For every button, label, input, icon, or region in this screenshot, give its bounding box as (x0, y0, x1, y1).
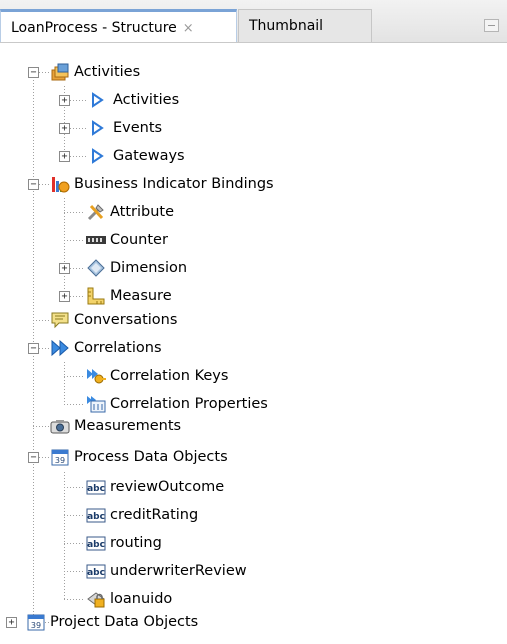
collapse-toggle-correlations[interactable]: − (28, 343, 39, 354)
tree-node-gateways[interactable]: Gateways (89, 143, 185, 169)
tree-node-label: creditRating (110, 507, 199, 523)
tree-node-label: loanuido (110, 591, 173, 607)
tree-node-correlation-keys[interactable]: Correlation Keys (86, 363, 228, 389)
tree-node-label: Correlation Properties (110, 396, 268, 412)
tree-node-dimension[interactable]: Dimension (86, 255, 187, 281)
minimize-button[interactable] (484, 19, 499, 32)
measure-ruler-icon (87, 287, 105, 305)
collapse-toggle-activities[interactable]: − (28, 67, 39, 78)
tree-node-label: Attribute (110, 204, 175, 220)
tree-node-creditrating[interactable]: abc creditRating (86, 502, 198, 528)
counter-icon (86, 236, 106, 244)
structure-tree: − Activities + Activities + Events + Gat… (0, 42, 507, 644)
expand-toggle-dimension[interactable]: + (59, 263, 70, 274)
tree-node-label: Process Data Objects (74, 449, 228, 465)
string-abc-icon: abc (86, 480, 106, 495)
expand-toggle-activities-group[interactable]: + (59, 95, 70, 106)
tree-node-attribute[interactable]: Attribute (86, 199, 174, 225)
tree-node-events[interactable]: Events (89, 115, 162, 141)
abc-badge: abc (87, 484, 105, 494)
tree-node-label: Events (113, 120, 163, 136)
dimension-diamond-icon (87, 259, 105, 277)
tree-node-underwriterreview[interactable]: abc underwriterReview (86, 558, 247, 584)
tree-node-label: Measure (110, 288, 172, 304)
correlation-property-icon (87, 396, 106, 413)
conversation-bubble-icon (51, 312, 69, 329)
tree-node-label: reviewOutcome (110, 479, 225, 495)
tree-node-measurements[interactable]: Measurements (50, 413, 181, 439)
string-abc-icon: abc (86, 564, 106, 579)
tree-node-label: Correlation Keys (110, 368, 229, 384)
tree-node-label: Dimension (110, 260, 188, 276)
svg-text:39: 39 (31, 621, 41, 630)
svg-text:39: 39 (55, 456, 65, 465)
abc-badge: abc (87, 512, 105, 522)
tab-loanprocess-structure[interactable]: LoanProcess - Structure × (0, 9, 237, 42)
tree-node-label: routing (110, 535, 162, 551)
tab-label: LoanProcess - Structure (11, 20, 177, 36)
tree-node-label: Gateways (113, 148, 185, 164)
string-abc-icon: abc (86, 536, 106, 551)
tree-node-measure[interactable]: Measure (86, 283, 172, 309)
tab-close-icon[interactable]: × (183, 21, 194, 36)
triangle-right-icon (92, 120, 104, 136)
tree-node-activities-group[interactable]: Activities (89, 87, 179, 113)
tree-node-process-data-objects[interactable]: 39 Process Data Objects (50, 444, 228, 470)
tree-node-label: Conversations (74, 312, 178, 328)
tree-node-project-data-objects[interactable]: 39 Project Data Objects (26, 609, 198, 635)
expand-toggle-project-data-objects[interactable]: + (6, 617, 17, 628)
locked-object-icon (87, 592, 105, 608)
double-arrow-icon (51, 339, 69, 357)
business-indicator-chart-icon (52, 177, 70, 193)
tree-node-label: Counter (110, 232, 168, 248)
activities-folder-icon (51, 63, 69, 81)
tree-node-label: Correlations (74, 340, 162, 356)
attribute-tools-icon (87, 204, 104, 221)
tree-node-conversations[interactable]: Conversations (50, 307, 177, 333)
tree-node-correlations[interactable]: Correlations (50, 335, 162, 361)
data-object-calendar-icon: 39 (51, 449, 69, 466)
tree-node-activities[interactable]: Activities (50, 59, 140, 85)
structure-window: LoanProcess - Structure × Thumbnail − Ac… (0, 0, 507, 644)
tab-label: Thumbnail (249, 18, 324, 34)
tree-node-label: Measurements (74, 418, 182, 434)
abc-badge: abc (87, 540, 105, 550)
expand-toggle-gateways[interactable]: + (59, 151, 70, 162)
triangle-right-icon (92, 148, 104, 164)
tab-thumbnail[interactable]: Thumbnail (238, 9, 372, 42)
tree-node-label: Business Indicator Bindings (74, 176, 274, 192)
triangle-right-icon (92, 92, 104, 108)
tree-node-counter[interactable]: Counter (86, 227, 168, 253)
tab-bar: LoanProcess - Structure × Thumbnail (0, 0, 507, 43)
data-object-calendar-icon: 39 (27, 614, 45, 631)
tree-node-label: Activities (113, 92, 180, 108)
expand-toggle-events[interactable]: + (59, 123, 70, 134)
tree-node-business-indicator-bindings[interactable]: Business Indicator Bindings (50, 171, 274, 197)
correlation-key-icon (87, 369, 106, 384)
tree-node-routing[interactable]: abc routing (86, 530, 162, 556)
collapse-toggle-business-indicator-bindings[interactable]: − (28, 179, 39, 190)
collapse-toggle-process-data-objects[interactable]: − (28, 452, 39, 463)
abc-badge: abc (87, 568, 105, 578)
tree-node-reviewoutcome[interactable]: abc reviewOutcome (86, 474, 224, 500)
tree-node-label: Project Data Objects (50, 614, 199, 630)
tree-node-label: underwriterReview (110, 563, 247, 579)
tree-node-label: Activities (74, 64, 141, 80)
string-abc-icon: abc (86, 508, 106, 523)
measurement-camera-icon (50, 420, 70, 434)
expand-toggle-measure[interactable]: + (59, 291, 70, 302)
